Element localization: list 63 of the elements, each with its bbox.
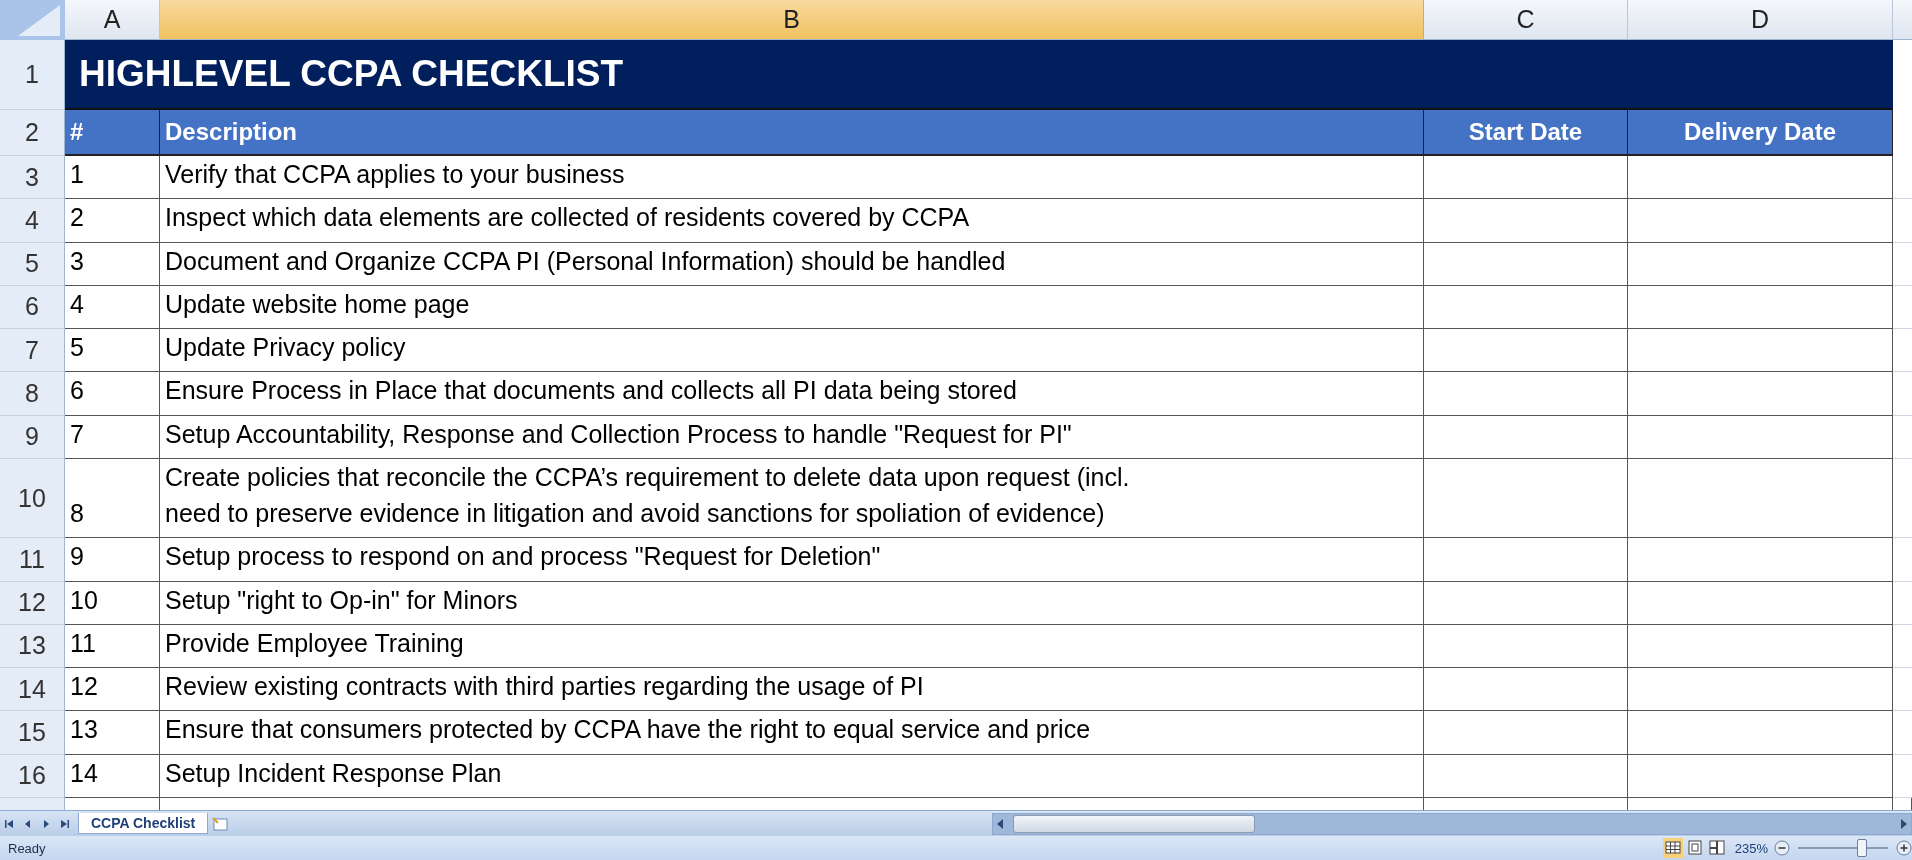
table-cell: 5 <box>65 329 160 373</box>
table-cell: 1 <box>65 156 160 200</box>
column-header[interactable]: C <box>1424 0 1628 40</box>
table-cell: 7 <box>65 415 160 459</box>
row-header[interactable]: 14 <box>0 668 65 712</box>
row-header[interactable]: 9 <box>0 415 65 459</box>
table-cell: 14 <box>65 754 160 798</box>
table-cell: Review existing contracts with third parties regarding the usage of PI <box>160 668 1424 712</box>
table-cell: 9 <box>65 538 160 582</box>
table-cell: 8 <box>65 458 160 539</box>
column-heading: Description <box>160 110 1424 156</box>
table-cell: Setup process to respond on and process "Request for Deletion" <box>160 538 1424 582</box>
normal-view-icon[interactable] <box>1662 838 1683 858</box>
page-break-icon[interactable] <box>1706 838 1727 858</box>
slider-thumb[interactable] <box>1857 839 1867 857</box>
table-cell: 13 <box>65 711 160 755</box>
table-cell: Document and Organize CCPA PI (Personal Information) should be handled <box>160 242 1424 286</box>
table-cell: Verify that CCPA applies to your business <box>160 156 1424 200</box>
zoom-in-icon[interactable] <box>1896 840 1912 856</box>
row-header[interactable]: 10 <box>0 458 65 539</box>
table-cell: Ensure that consumers protected by CCPA have the right to equal service and price <box>160 711 1424 755</box>
table-cell: Ensure Process in Place that documents and collects all PI data being stored <box>160 372 1424 416</box>
table-cell: Setup Incident Response Plan <box>160 754 1424 798</box>
table-cell: Inspect which data elements are collected of residents covered by CCPA <box>160 199 1424 243</box>
column-heading: Delivery Date <box>1628 110 1893 156</box>
column-heading: Start Date <box>1424 110 1628 156</box>
sheet-tab[interactable]: CCPA Checklist <box>78 813 209 834</box>
row-header[interactable]: 13 <box>0 624 65 668</box>
column-header[interactable]: B <box>160 0 1424 40</box>
row-header[interactable]: 11 <box>0 538 65 582</box>
row-header[interactable]: 1 <box>0 40 65 110</box>
sheet-title: HIGHLEVEL CCPA CHECKLIST <box>79 53 624 95</box>
zoom-out-icon[interactable] <box>1774 840 1790 856</box>
horizontal-scrollbar[interactable] <box>992 812 1912 835</box>
row-header[interactable]: 15 <box>0 711 65 755</box>
zoom-level[interactable]: 235% <box>1734 840 1768 856</box>
row-header[interactable]: 7 <box>0 329 65 373</box>
row-header[interactable]: 5 <box>0 242 65 286</box>
table-cell: Setup Accountability, Response and Collection Process to handle "Request for PI" <box>160 415 1424 459</box>
table-cell: Setup "right to Op-in" for Minors <box>160 581 1424 625</box>
row-header[interactable]: 6 <box>0 285 65 329</box>
scrollbar-thumb[interactable] <box>1013 814 1256 833</box>
table-cell: Update website home page <box>160 285 1424 329</box>
row-header[interactable]: 4 <box>0 199 65 243</box>
table-cell: Provide Employee Training <box>160 624 1424 668</box>
column-heading: # <box>65 110 160 156</box>
table-cell: 11 <box>65 624 160 668</box>
status-text: Ready <box>7 840 47 856</box>
table-cell: 12 <box>65 668 160 712</box>
table-cell: 4 <box>65 285 160 329</box>
row-header[interactable]: 8 <box>0 372 65 416</box>
table-cell: 3 <box>65 242 160 286</box>
row-header[interactable]: 16 <box>0 754 65 798</box>
row-header[interactable]: 12 <box>0 581 65 625</box>
table-cell: Update Privacy policy <box>160 329 1424 373</box>
column-header[interactable]: A <box>65 0 160 40</box>
table-cell: 2 <box>65 199 160 243</box>
table-cell: Create policies that reconcile the CCPA’s requirement to delete data upon request (incl. need to preserve evidence in litigation and avoid sanctions for spoliation of evidence) <box>160 458 1424 539</box>
row-header[interactable]: 2 <box>0 110 65 156</box>
column-header[interactable]: D <box>1628 0 1893 40</box>
row-header[interactable]: 3 <box>0 156 65 200</box>
table-cell: 6 <box>65 372 160 416</box>
table-cell: 10 <box>65 581 160 625</box>
